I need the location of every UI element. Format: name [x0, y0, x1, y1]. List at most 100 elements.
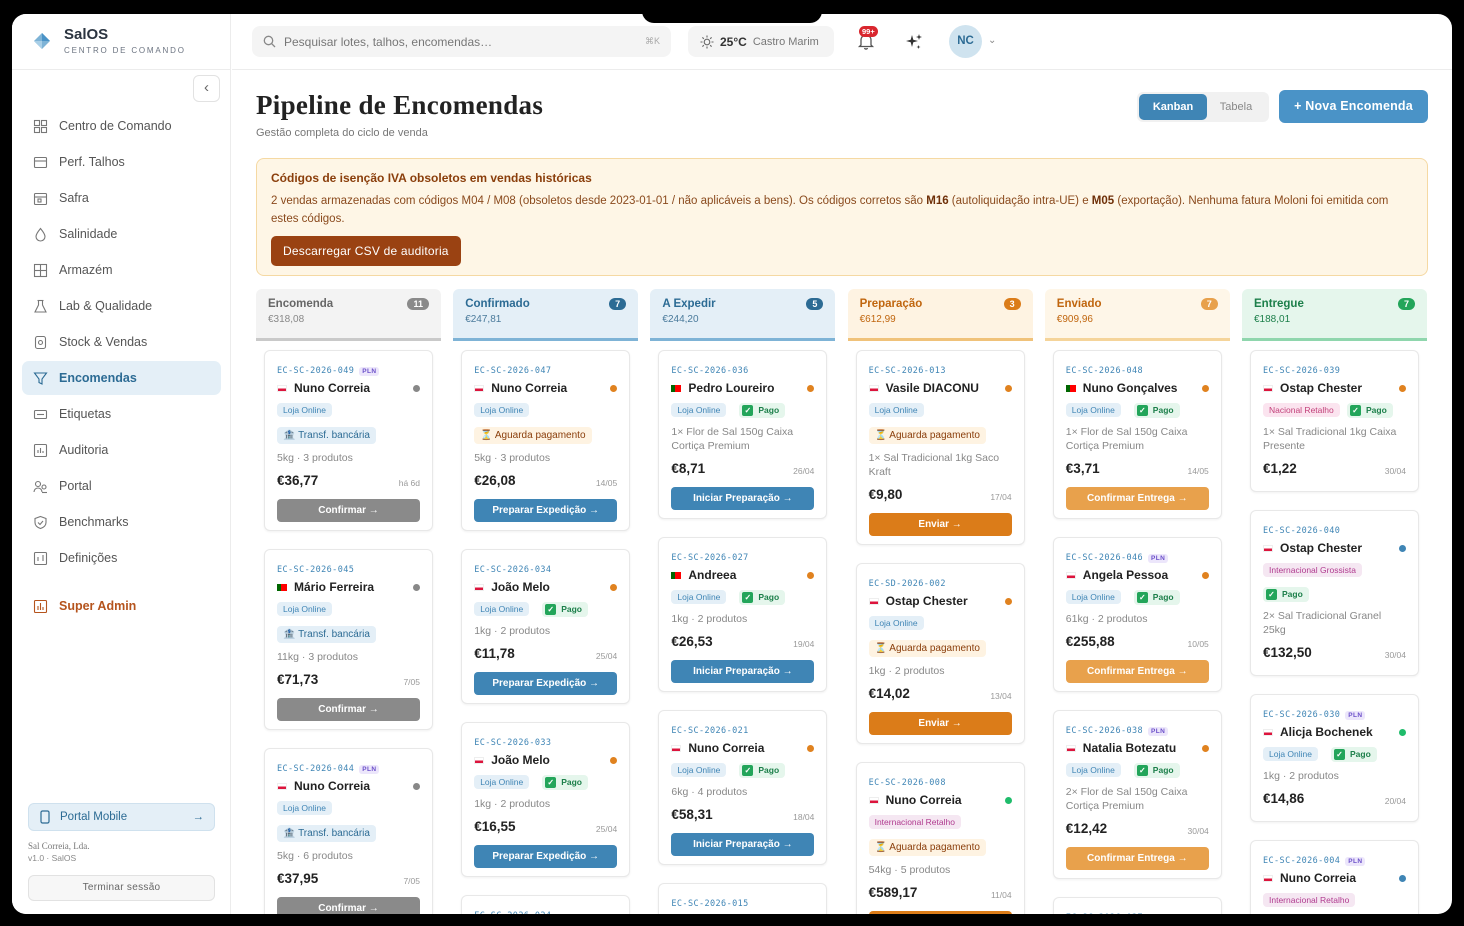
sidebar-item-perf-talhos[interactable]: Perf. Talhos [22, 145, 221, 179]
status-dot [413, 782, 420, 790]
sidebar-item-etiquetas[interactable]: Etiquetas [22, 397, 221, 431]
advance-status-button[interactable]: Iniciar Preparação → [671, 487, 815, 510]
advance-status-button[interactable]: Iniciar Preparação → [671, 833, 815, 856]
advance-status-button[interactable]: Preparar Expedição → [474, 499, 618, 522]
sidebar-item-encomendas[interactable]: Encomendas [22, 361, 221, 395]
check-icon: ✓ [742, 765, 754, 776]
sidebar-item-label: Benchmarks [59, 515, 129, 529]
check-icon: ✓ [545, 777, 557, 788]
sidebar-item-stock-vendas[interactable]: Stock & Vendas [22, 325, 221, 359]
sidebar-item-safra[interactable]: Safra [22, 181, 221, 215]
order-card[interactable]: EC-SC-2026-037 [1052, 897, 1222, 914]
order-card[interactable]: EC-SC-2026-049 PLN Nuno Correia Loja Online… [264, 350, 433, 531]
order-card[interactable]: EC-SC-2026-024Nuno Correia [461, 895, 631, 914]
search-bar[interactable]: ⌘K [252, 26, 671, 57]
column-title: Entregue [1254, 298, 1304, 310]
order-card[interactable]: EC-SC-2026-034 João Melo Loja Online ✓ Pago 1… [461, 549, 631, 704]
hourglass-icon: ⏳ [874, 643, 890, 654]
order-card[interactable]: EC-SC-2026-027 Andreea Loja Online ✓ Pago 1kg… [658, 537, 828, 692]
advance-status-button[interactable]: Confirmar Entrega → [1065, 847, 1209, 870]
advance-status-button[interactable]: Confirmar → [277, 499, 420, 522]
order-details: 2× Sal Tradicional Granel 25kg [1263, 610, 1382, 636]
user-avatar[interactable]: NC [949, 25, 982, 58]
order-card[interactable]: EC-SC-2026-039 Ostap Chester Nacional Reta… [1250, 350, 1419, 492]
pln-badge: PLN [1345, 857, 1366, 866]
sidebar-item-benchmarks[interactable]: Benchmarks [22, 505, 221, 539]
order-card[interactable]: EC-SC-2026-030 PLN Alicja Bochenek Loja Onl… [1250, 694, 1419, 822]
alert-text-part: 2 vendas armazenadas com códigos M04 / M… [271, 195, 927, 207]
weather-widget[interactable]: 25°C Castro Marim [688, 26, 834, 57]
sidebar-item-centro-de-comando[interactable]: Centro de Comando [22, 109, 221, 143]
country-flag-icon [1263, 874, 1273, 882]
sidebar-item-lab-qualidade[interactable]: Lab & Qualidade [22, 289, 221, 323]
sidebar-item-salinidade[interactable]: Salinidade [22, 217, 221, 251]
order-details: 1× Flor de Sal 150g Caixa Cortiça Premiu… [1065, 426, 1188, 452]
download-audit-csv-button[interactable]: Descarregar CSV de auditoria [271, 236, 461, 266]
advance-status-button[interactable]: Confirmar Entrega → [1065, 487, 1209, 510]
sidebar-item-super-admin[interactable]: Super Admin [22, 589, 221, 623]
order-card[interactable]: EC-SC-2026-038 PLN Natalia Botezatu Loja On… [1052, 710, 1222, 879]
channel-tag: Loja Online [1263, 747, 1319, 761]
order-card[interactable]: EC-SC-2026-040 Ostap Chester Internacional… [1250, 510, 1419, 676]
order-card[interactable]: EC-SC-2026-048 Nuno Gonçalves Loja Online ✓… [1052, 350, 1222, 519]
order-card[interactable]: EC-SC-2026-033 João Melo Loja Online ✓ Pago 1… [461, 722, 631, 877]
advance-status-button[interactable]: Confirmar Entrega → [1065, 660, 1209, 683]
sidebar-item-portal[interactable]: Portal [22, 469, 221, 503]
advance-status-button[interactable]: Preparar Expedição → [474, 672, 618, 695]
flask-icon [34, 299, 47, 313]
customer-name: Nuno Correia [1263, 871, 1406, 885]
calendar-icon [33, 192, 48, 205]
order-details: 54kg · 5 produtos [868, 864, 951, 876]
order-card[interactable]: EC-SC-2026-021 Nuno Correia Loja Online ✓ Pa… [658, 710, 828, 865]
order-details: 1kg · 2 produtos [474, 625, 551, 637]
order-card[interactable]: EC-SC-2026-044 PLN Nuno Correia Loja Online… [264, 748, 433, 914]
advance-status-button[interactable]: Confirmar → [277, 897, 420, 914]
order-details: 1× Sal Tradicional 1kg Caixa Presente [1263, 426, 1397, 452]
order-card[interactable]: EC-SC-2026-008 Nuno Correia Internacional … [855, 762, 1025, 914]
advance-status-button[interactable]: Enviar → [868, 513, 1012, 536]
order-details: 1kg · 2 produtos [868, 665, 945, 677]
order-card[interactable]: EC-SC-2026-036 Pedro Loureiro Loja Online ✓… [658, 350, 828, 519]
logout-button[interactable]: Terminar sessão [28, 875, 215, 901]
advance-status-button[interactable]: Preparar Expedição → [474, 845, 618, 868]
order-card[interactable]: EC-SC-2026-013 Vasile DIACONU Loja Online ⏳… [855, 350, 1025, 545]
sidebar-item-defini-es[interactable]: Definições [22, 541, 221, 575]
advance-status-button[interactable]: Enviar → [868, 911, 1012, 914]
order-date: 25/04 [595, 824, 618, 834]
column-title: A Expedir [662, 298, 716, 310]
order-code-text: EC-SC-2026-004 [1263, 856, 1341, 866]
search-input[interactable] [284, 34, 645, 49]
collapse-sidebar-button[interactable]: ‹ [193, 75, 220, 102]
advance-status-button[interactable]: Confirmar → [277, 698, 420, 721]
brand[interactable]: SalOS CENTRO DE COMANDO [12, 14, 230, 70]
sidebar-item-armaz-m[interactable]: Armazém [22, 253, 221, 287]
paid-label: Pago [1366, 405, 1387, 415]
mobile-phone-icon [40, 810, 50, 824]
order-code: EC-SC-2026-045 [277, 565, 354, 575]
column-title: Confirmado [465, 298, 530, 310]
order-card[interactable]: EC-SC-2026-004 PLN Nuno Correia Internacion… [1250, 840, 1419, 914]
column-title: Preparação [859, 298, 923, 310]
advance-status-button[interactable]: Enviar → [868, 712, 1012, 735]
order-card[interactable]: EC-SC-2026-045 Mário Ferreira Loja Online 🏦… [264, 549, 433, 730]
payment-status-label: Aguarda pagamento [889, 842, 980, 853]
sparkles-icon[interactable] [905, 33, 923, 51]
order-card[interactable]: EC-SD-2026-002 Ostap Chester Loja Online ⏳ … [855, 563, 1025, 744]
order-card[interactable]: EC-SC-2026-047 Nuno Correia Loja Online ⏳ A… [461, 350, 631, 531]
sidebar-item-auditoria[interactable]: Auditoria [22, 433, 221, 467]
order-card[interactable]: EC-SC-2026-015Nuno Correia [658, 883, 828, 914]
view-kanban-button[interactable]: Kanban [1139, 94, 1207, 120]
advance-status-button[interactable]: Iniciar Preparação → [671, 660, 815, 683]
order-details: 2× Flor de Sal 150g Caixa Cortiça Premiu… [1065, 786, 1188, 812]
chevron-down-icon[interactable]: ⌄ [988, 35, 996, 46]
order-details: 6kg · 4 produtos [671, 786, 748, 798]
customer-name: Nuno Correia [474, 381, 618, 395]
view-table-button[interactable]: Tabela [1207, 94, 1265, 120]
order-details: 5kg · 6 produtos [277, 850, 353, 862]
channel-tag: Loja Online [1065, 403, 1121, 417]
portal-mobile-button[interactable]: Portal Mobile → [28, 803, 215, 831]
order-card[interactable]: EC-SC-2026-046 PLN Angela Pessoa Loja Onlin… [1052, 537, 1222, 692]
column-entregue: Entregue €188,01 7 EC-SC-2026-039 Ostap Ches… [1242, 289, 1427, 914]
new-order-button[interactable]: + Nova Encomenda [1279, 90, 1428, 123]
country-flag-icon [277, 384, 287, 392]
